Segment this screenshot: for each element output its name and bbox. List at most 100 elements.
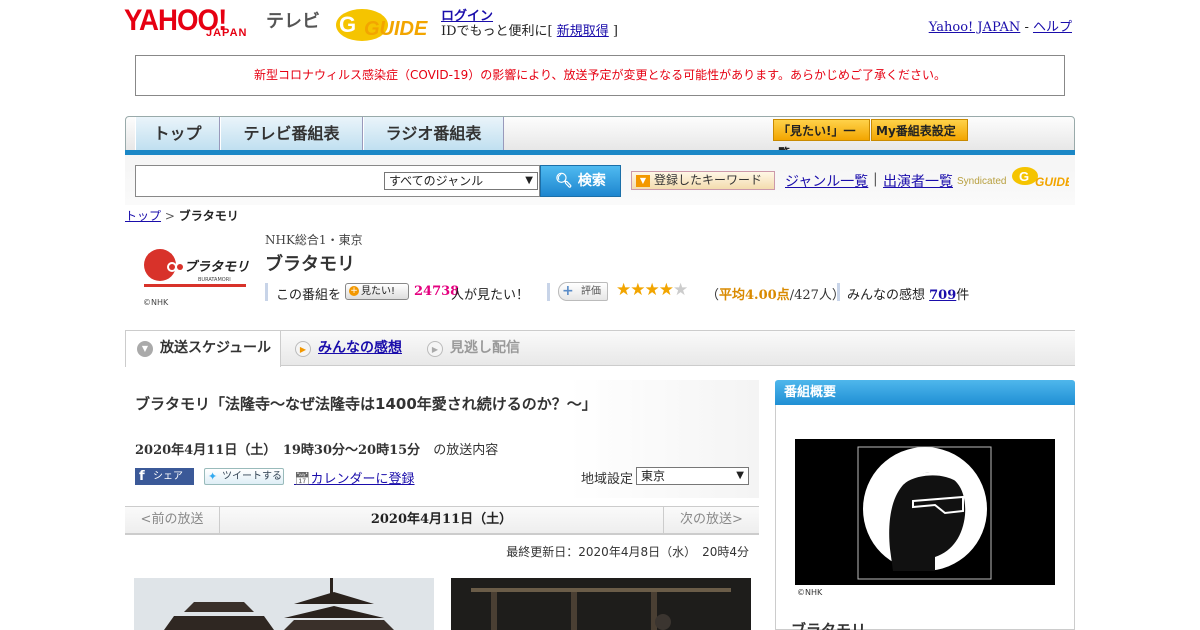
photo-temple-roof: [184, 602, 254, 612]
program-sub-tabs: ▼ 放送スケジュール ▶ みんなの感想 ▶ 見逃し配信: [125, 330, 1075, 367]
registered-keywords-button[interactable]: ▼ 登録したキーワード: [631, 171, 775, 190]
add-to-calendar-link[interactable]: 📅︎カレンダーに登録: [294, 468, 415, 487]
program-logo: ブラタモリ BURATAMORI: [144, 249, 249, 287]
tweet-label: ツイートする: [222, 471, 282, 482]
facebook-share-label: シェア: [153, 471, 183, 482]
gguide-logo-g: G: [339, 12, 356, 37]
syndicated-text: Syndicated: [957, 176, 1006, 187]
my-schedule-settings-button[interactable]: My番組表設定: [871, 119, 968, 141]
twitter-bird-icon: ✦: [208, 470, 218, 483]
average-rating: （平均4.00点/427人）: [706, 284, 845, 303]
tab-reviews-label: みんなの感想: [318, 340, 402, 356]
yahoo-japan-link[interactable]: Yahoo! JAPAN: [929, 20, 1021, 35]
dropdown-arrow-icon: ▼: [736, 470, 744, 481]
registered-keywords-label: 登録したキーワード: [654, 173, 763, 187]
syndicated-logo-g: G: [1019, 169, 1029, 184]
episode-datetime: 2020年4月11日（土） 19時30分～20時15分 の放送内容: [135, 439, 498, 458]
login-sub-suffix: ]: [608, 24, 618, 39]
episode-photo-hosts: [451, 578, 751, 630]
reviews-summary: みんなの感想 709件: [847, 284, 969, 303]
reviews-suffix: 件: [956, 288, 970, 303]
syndicated-gguide-logo: Syndicated G GUIDE: [957, 167, 1069, 189]
divider: [265, 283, 268, 301]
breadcrumb-separator: >: [161, 209, 179, 223]
cast-list-link[interactable]: 出演者一覧: [883, 171, 953, 191]
genre-select[interactable]: すべてのジャンル ▼: [384, 172, 538, 190]
tweet-button[interactable]: ✦ ツイートする: [204, 468, 284, 485]
previous-broadcast-link[interactable]: <前の放送: [125, 506, 220, 535]
reviews-count-link[interactable]: 709: [929, 288, 956, 303]
tab-broadcast-schedule[interactable]: ▼ 放送スケジュール: [125, 331, 281, 367]
region-select-value: 東京: [641, 469, 666, 483]
login-subtext: IDでもっと便利に[ 新規取得 ]: [441, 20, 618, 39]
photo-temple-base: [164, 616, 274, 630]
covid-notice: 新型コロナウィルス感染症（COVID-19）の影響により、放送予定が変更となる可…: [135, 55, 1065, 96]
tab-missed-streaming-label: 見逃し配信: [450, 340, 520, 356]
current-broadcast-date: 2020年4月11日（土）: [370, 512, 513, 527]
triangle-down-icon: ▼: [636, 175, 650, 187]
yahoo-japan-wordmark: JAPAN: [206, 27, 248, 39]
photo-pagoda-spire: [330, 578, 333, 594]
header-link-separator: -: [1020, 20, 1033, 35]
chevron-right-icon: ▶: [295, 341, 311, 357]
program-key-visual: [795, 439, 1055, 585]
facebook-share-button[interactable]: f シェア: [135, 468, 194, 485]
next-broadcast-link[interactable]: 次の放送>: [663, 506, 759, 535]
calendar-icon: 📅︎: [294, 472, 311, 487]
program-logo-underline: [144, 284, 246, 287]
breadcrumb-top-link[interactable]: トップ: [125, 209, 161, 223]
photo-beam: [471, 588, 731, 592]
link-separator: |: [873, 171, 878, 187]
want-list-button[interactable]: 「見たい!」一覧: [773, 119, 870, 160]
tab-reviews[interactable]: ▶ みんなの感想: [284, 331, 402, 367]
gguide-logo-text: GUIDE: [364, 18, 428, 40]
want-suffix: 人が見たい！: [451, 288, 530, 303]
syndicated-logo-text: GUIDE: [1035, 175, 1069, 189]
program-logo-text: ブラタモリ: [184, 259, 249, 275]
rate-button[interactable]: + 評価: [558, 282, 608, 301]
average-score: 平均4.00点: [719, 288, 790, 303]
sidebar-program-title: ブラタモリ: [791, 621, 867, 630]
plus-icon: +: [349, 286, 359, 296]
nav-tab-top[interactable]: トップ: [135, 117, 220, 151]
gguide-logo[interactable]: G GUIDE: [334, 5, 432, 43]
episode-photo-pagoda: [134, 578, 434, 630]
tv-wordmark: テレビ: [266, 11, 320, 32]
star-rating: ★★★★★: [616, 280, 688, 300]
search-button[interactable]: 🔍︎ 検索: [540, 165, 621, 197]
photo-gate-roof: [284, 620, 394, 630]
star-icon: ★: [630, 280, 645, 300]
facebook-icon: f: [139, 469, 145, 484]
add-to-calendar-label: カレンダーに登録: [310, 472, 415, 487]
star-icon: ★: [644, 280, 660, 300]
program-logo-dot-3: [169, 264, 175, 270]
photo-person-head: [655, 614, 671, 630]
nav-tab-radio-schedule[interactable]: ラジオ番組表: [363, 117, 504, 151]
region-select[interactable]: 東京 ▼: [636, 467, 749, 485]
episode-datetime-value: 2020年4月11日（土） 19時30分～20時15分: [135, 443, 421, 458]
tab-missed-streaming[interactable]: ▶ 見逃し配信: [416, 331, 520, 367]
star-icon: ★: [658, 280, 674, 300]
search-icon: 🔍︎: [555, 173, 573, 189]
help-link[interactable]: ヘルプ: [1033, 20, 1072, 35]
genre-select-value: すべてのジャンル: [389, 174, 484, 188]
genre-list-link[interactable]: ジャンル一覧: [785, 171, 868, 191]
divider: [547, 283, 550, 301]
reviews-prefix: みんなの感想: [847, 288, 930, 303]
login-sub-prefix: IDでもっと便利に[: [441, 24, 557, 39]
star-icon: ★: [616, 280, 631, 300]
want-prefix: この番組を: [276, 288, 342, 303]
chevron-right-icon: ▶: [427, 341, 443, 357]
signup-link[interactable]: 新規取得: [557, 24, 609, 39]
want-to-watch-label: 見たい!: [361, 286, 396, 297]
want-to-watch-button[interactable]: + 見たい!: [345, 283, 409, 300]
global-nav: トップ テレビ番組表 ラジオ番組表 「見たい!」一覧 My番組表設定: [125, 116, 1075, 160]
nav-tab-tv-schedule[interactable]: テレビ番組表: [220, 117, 363, 151]
average-open: （: [706, 288, 720, 303]
episode-title: ブラタモリ「法隆寺～なぜ法隆寺は1400年愛され続けるのか？～」: [135, 395, 597, 413]
plus-icon: +: [562, 283, 574, 299]
star-icon: ★: [673, 280, 688, 300]
program-logo-subtext: BURATAMORI: [198, 277, 231, 283]
header-links: Yahoo! JAPAN - ヘルプ: [929, 16, 1072, 35]
program-logo-credit: ©NHK: [143, 298, 169, 307]
